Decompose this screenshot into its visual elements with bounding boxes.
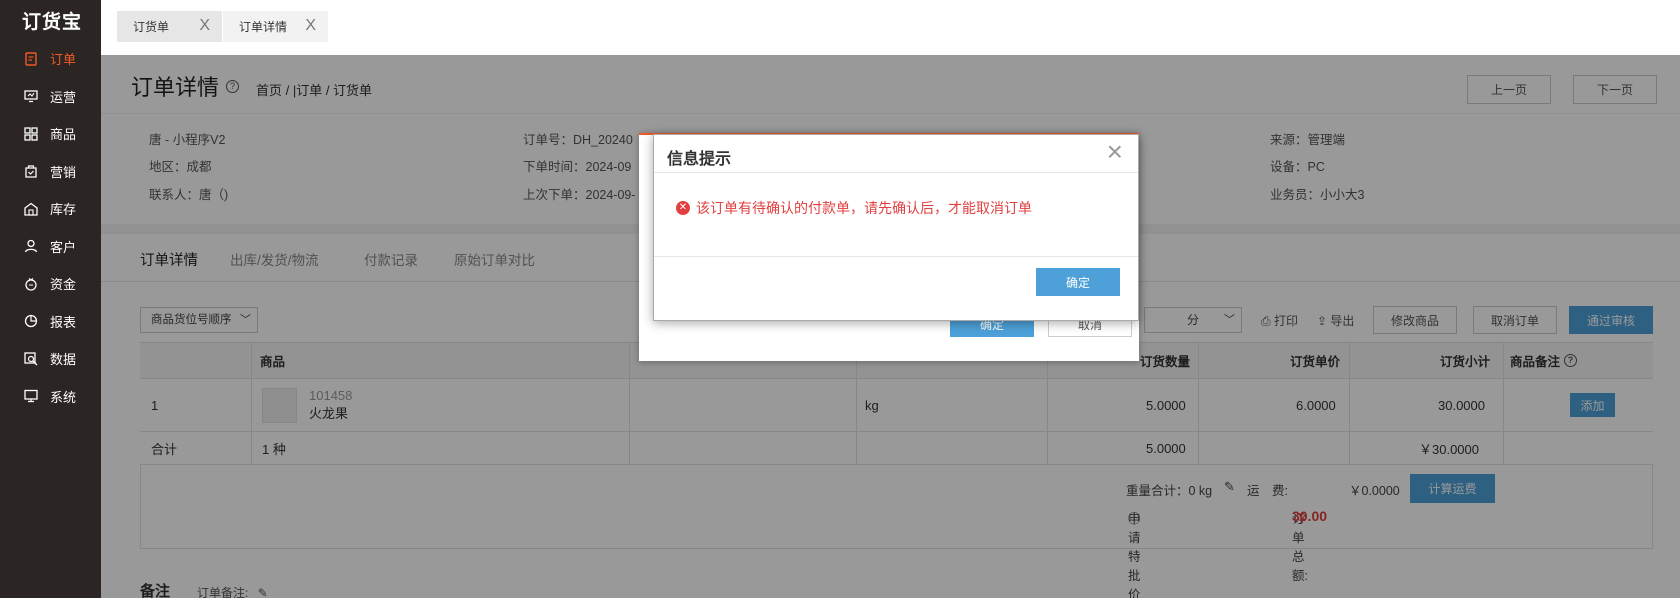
close-icon[interactable]: X <box>305 18 316 34</box>
sidebar-item-label: 客户 <box>50 239 77 255</box>
sidebar-item-funds[interactable]: 资金 <box>0 265 101 303</box>
funds-icon <box>24 277 38 291</box>
close-icon[interactable]: X <box>199 18 210 34</box>
tab-label: 订单详情 <box>239 20 288 34</box>
data-icon <box>24 352 38 366</box>
sidebar-item-product[interactable]: 商品 <box>0 115 101 153</box>
sidebar: 订货宝 订单 运营 商品 营销 库存 客户 资金 报表 数据 系统 <box>0 0 101 598</box>
sidebar-item-label: 系统 <box>50 389 77 405</box>
sidebar-item-label: 报表 <box>50 314 77 330</box>
sidebar-item-label: 订单 <box>50 52 77 68</box>
system-icon <box>24 389 38 403</box>
inventory-icon <box>24 202 38 216</box>
dialog-header: 信息提示 × <box>654 135 1138 173</box>
sidebar-item-report[interactable]: 报表 <box>0 303 101 341</box>
tab-order-detail[interactable]: 订单详情 X <box>223 11 328 42</box>
marketing-icon <box>24 164 38 178</box>
sidebar-item-label: 营销 <box>50 164 77 180</box>
dialog-title: 信息提示 <box>667 151 732 168</box>
tab-label: 订货单 <box>133 20 170 34</box>
sidebar-item-label: 商品 <box>50 127 77 143</box>
error-icon: ✕ <box>676 201 690 215</box>
product-icon <box>24 127 38 141</box>
page-tab-bar: 订货单 X 订单详情 X <box>101 0 1680 42</box>
sidebar-item-label: 资金 <box>50 277 77 293</box>
dialog-body: ✕ 该订单有待确认的付款单，请先确认后，才能取消订单 <box>654 173 1138 257</box>
dialog-message: ✕ 该订单有待确认的付款单，请先确认后，才能取消订单 <box>676 198 1032 218</box>
sidebar-item-label: 库存 <box>50 202 77 218</box>
sidebar-item-marketing[interactable]: 营销 <box>0 153 101 191</box>
dialog-ok-button[interactable]: 确定 <box>1036 268 1120 296</box>
customer-icon <box>24 239 38 253</box>
order-icon <box>24 52 38 66</box>
tab-order-list[interactable]: 订货单 X <box>117 11 222 42</box>
sidebar-item-data[interactable]: 数据 <box>0 340 101 378</box>
sidebar-item-label: 运营 <box>50 89 77 105</box>
dialog-message-text: 该订单有待确认的付款单，请先确认后，才能取消订单 <box>696 200 1032 216</box>
info-dialog: 信息提示 × ✕ 该订单有待确认的付款单，请先确认后，才能取消订单 确定 <box>653 134 1139 321</box>
sidebar-item-label: 数据 <box>50 352 77 368</box>
sidebar-item-system[interactable]: 系统 <box>0 378 101 416</box>
app-logo: 订货宝 <box>22 11 83 33</box>
operation-icon <box>24 89 38 103</box>
sidebar-item-customer[interactable]: 客户 <box>0 228 101 266</box>
sidebar-item-order[interactable]: 订单 <box>0 40 101 78</box>
sidebar-item-operation[interactable]: 运营 <box>0 78 101 116</box>
close-icon[interactable]: × <box>1107 137 1123 167</box>
report-icon <box>24 314 38 328</box>
sidebar-item-inventory[interactable]: 库存 <box>0 190 101 228</box>
